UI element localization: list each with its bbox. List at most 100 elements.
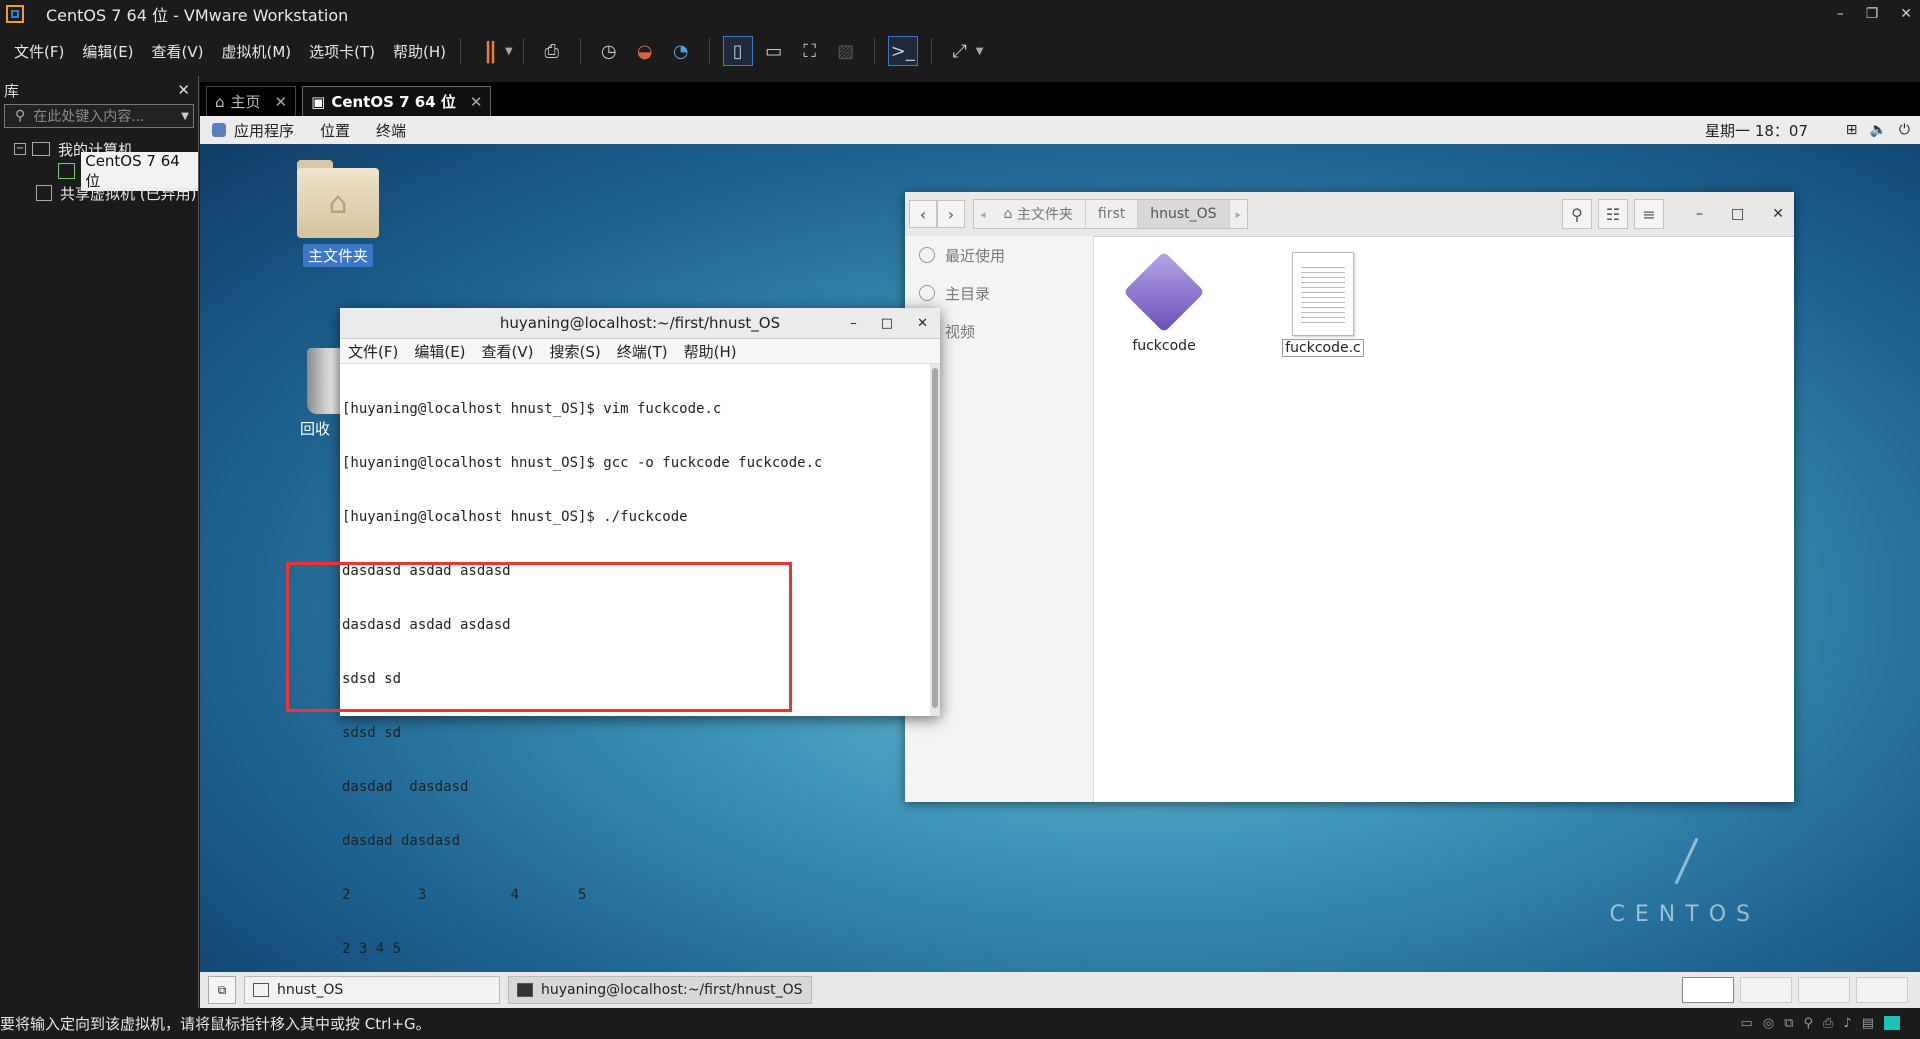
desktop-home-folder[interactable]: ⌂ 主文件夹 [288,160,388,267]
pause-icon[interactable]: || [474,36,504,66]
clock-icon [919,247,935,263]
workspace-2[interactable] [1740,977,1792,1003]
taskbar-item-terminal[interactable]: huyaning@localhost:~/first/hnust_OS [508,976,812,1004]
view-toggle-icon[interactable]: ☷ [1598,199,1628,229]
network-adapter-icon[interactable]: ⧉ [1784,1016,1793,1031]
library-search-input[interactable]: ⚲ 在此处键入内容... ▼ [4,104,194,128]
file-item[interactable]: fuckcode [1109,251,1219,354]
window-controls: – □ ✕ [1696,192,1784,236]
menu-help[interactable]: 帮助(H) [393,41,446,62]
collapse-icon[interactable]: − [14,143,26,155]
stretch-guest-icon[interactable]: ⤢ [945,36,975,66]
home-icon: ⌂ [215,92,225,111]
clock[interactable]: 星期一 18：07 [1705,120,1808,141]
file-manager-headerbar: ‹ › ◂ ⌂ 主文件夹 first hnust_OS ▸ ⚲ ☷ ≡ – □ … [905,192,1794,237]
toolbar-divider [873,38,875,64]
close-button[interactable]: ✕ [1900,6,1912,22]
terminal-line: dasdad dasdasd [342,833,461,849]
terminal-menu-view[interactable]: 查看(V) [482,341,534,362]
snapshot-manager-icon[interactable]: ◔ [666,36,696,66]
cd-dvd-icon[interactable]: ◎ [1763,1016,1774,1031]
send-ctrl-alt-del-icon[interactable]: ⎙ [537,36,567,66]
revert-snapshot-icon[interactable]: ◒ [630,36,660,66]
thumbnail-bar-icon[interactable]: ▭ [759,36,789,66]
terminal-line: 2 3 4 5 [342,941,402,957]
workspace-1[interactable] [1682,977,1734,1003]
pause-dropdown-icon[interactable]: ▼ [505,46,513,57]
menu-icon[interactable]: ≡ [1634,199,1664,229]
guest-screen[interactable]: 应用程序 位置 终端 星期一 18：07 ⊞ 🔈 ⏻ ⌂ 主文件夹 回收 CEN… [200,116,1920,1008]
volume-icon[interactable]: 🔈 [1869,122,1886,138]
forward-button[interactable]: › [937,200,965,228]
search-icon: ⚲ [15,108,26,124]
maximize-button[interactable]: ❐ [1866,6,1879,22]
terminal-line: [huyaning@localhost hnust_OS]$ ./fuckcod… [342,509,688,525]
usb-icon[interactable]: ⚲ [1803,1016,1813,1031]
menu-vm[interactable]: 虚拟机(M) [222,41,292,62]
maximize-button[interactable]: □ [1731,206,1744,222]
show-library-icon[interactable]: ▯ [722,36,753,66]
history-buttons: ‹ › [909,200,965,228]
applications-menu[interactable]: 应用程序 [212,120,294,141]
path-scroll-right-icon[interactable]: ▸ [1230,200,1248,228]
tab-label: 主页 [230,93,261,111]
search-icon[interactable]: ⚲ [1562,199,1592,229]
minimize-button[interactable]: – [1837,6,1844,22]
sidebar-item-home[interactable]: 主目录 [905,274,1093,312]
snapshot-icon[interactable]: ◷ [594,36,624,66]
menu-file[interactable]: 文件(F) [14,41,64,62]
tree-item-vm[interactable]: CentOS 7 64 位 [0,151,198,191]
terminal-menu[interactable]: 终端 [376,120,406,141]
applications-label: 应用程序 [234,121,295,140]
workspace-4[interactable] [1856,977,1908,1003]
chevron-down-icon[interactable]: ▼ [181,111,189,122]
unity-icon[interactable]: ▨ [831,36,861,66]
terminal-scrollbar[interactable] [930,364,940,716]
hard-disk-icon[interactable]: ▭ [1741,1016,1753,1031]
back-button[interactable]: ‹ [909,200,937,228]
printer-icon[interactable]: ⎙ [1823,1016,1833,1031]
terminal-menu-file[interactable]: 文件(F) [348,341,398,362]
tree-item-shared[interactable]: 共享虚拟机 (已弃用) [0,182,198,204]
path-segment[interactable]: first [1086,200,1139,228]
terminal-menu-help[interactable]: 帮助(H) [684,341,737,362]
terminal-menu-terminal[interactable]: 终端(T) [617,341,668,362]
path-scroll-left-icon[interactable]: ◂ [974,200,992,228]
minimize-button[interactable]: – [850,316,857,331]
file-name: fuckcode.c [1282,339,1364,357]
gnome-window-list: ⧉ hnust_OS huyaning@localhost:~/first/hn… [200,972,1920,1008]
file-item[interactable]: fuckcode.c [1268,252,1378,357]
scrollbar-thumb[interactable] [932,368,938,708]
places-menu[interactable]: 位置 [320,120,350,141]
toolbar-divider [930,38,932,64]
close-icon[interactable]: ✕ [470,93,483,111]
menu-tabs[interactable]: 选项卡(T) [309,41,375,62]
console-view-icon[interactable]: >_ [887,36,918,66]
workspace-3[interactable] [1798,977,1850,1003]
close-button[interactable]: ✕ [917,316,928,331]
sound-icon[interactable]: ♪ [1843,1016,1851,1031]
path-segment-home[interactable]: ⌂ 主文件夹 [992,200,1086,228]
show-desktop-icon[interactable]: ⧉ [208,976,236,1004]
network-icon[interactable]: ⊞ [1846,122,1858,138]
fullscreen-icon[interactable]: ⛶ [795,36,825,66]
close-icon[interactable]: ✕ [275,93,288,111]
terminal-menu-edit[interactable]: 编辑(E) [414,341,465,362]
message-icon[interactable] [1884,1016,1900,1030]
terminal-menu-search[interactable]: 搜索(S) [550,341,601,362]
library-close-button[interactable]: ✕ [177,81,190,99]
minimize-button[interactable]: – [1696,206,1703,222]
path-segment-current[interactable]: hnust_OS [1138,200,1230,228]
taskbar-item-files[interactable]: hnust_OS [244,976,500,1004]
tab-home[interactable]: ⌂ 主页 ✕ [206,86,297,116]
menu-edit[interactable]: 编辑(E) [82,41,133,62]
tab-centos[interactable]: ▣ CentOS 7 64 位 ✕ [302,86,492,116]
stretch-dropdown-icon[interactable]: ▼ [976,46,984,57]
power-icon[interactable]: ⏻ [1899,122,1910,138]
menu-view[interactable]: 查看(V) [152,41,204,62]
maximize-button[interactable]: □ [881,316,893,331]
terminal-line: dasdad dasdasd [342,779,469,795]
sidebar-item-recent[interactable]: 最近使用 [905,236,1093,274]
display-icon[interactable]: ▤ [1862,1016,1874,1031]
close-button[interactable]: ✕ [1772,206,1784,222]
